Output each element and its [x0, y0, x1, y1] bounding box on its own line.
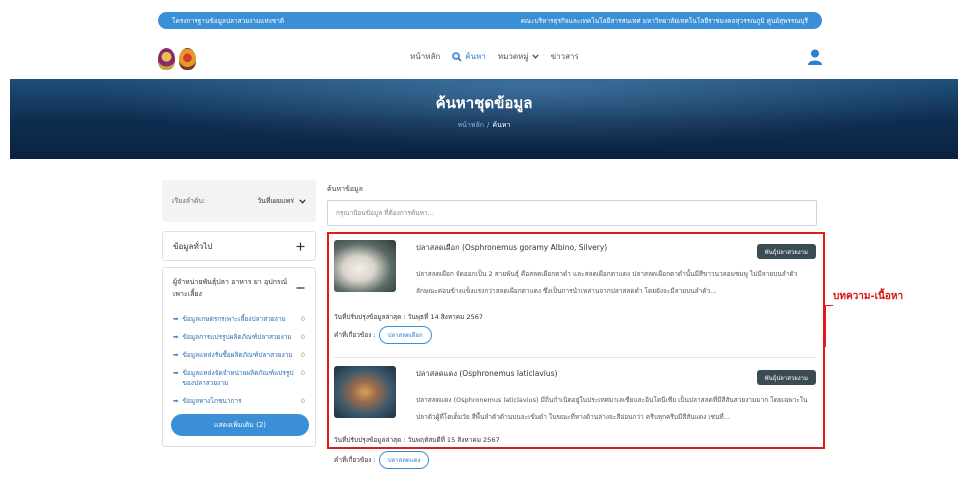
search-icon: [452, 51, 462, 62]
search-input[interactable]: กรุณาป้อนข้อมูล ที่ต้องการค้นหา...: [327, 200, 817, 226]
seal-logo-left: [158, 48, 175, 70]
category-link[interactable]: ➡ ข้อมูลการแปรรูปผลิตภัณฑ์ปลาสวยงาม 0: [173, 332, 305, 342]
category-supplier-toggle[interactable]: ผู้จำหน่ายพันธุ์ปลา อาหาร ยา อุปกรณ์เพาะ…: [173, 276, 305, 300]
sort-select[interactable]: เรียงลำดับ: วันที่เผยแพร่: [162, 180, 316, 222]
hero-banner: ค้นหาชุดข้อมูล หน้าหลัก / ค้นหา: [10, 79, 958, 159]
breadcrumb-current: ค้นหา: [492, 121, 511, 129]
search-section: ค้นหาข้อมูล กรุณาป้อนข้อมูล ที่ต้องการค้…: [327, 184, 817, 226]
category-supplier-label: ผู้จำหน่ายพันธุ์ปลา อาหาร ยา อุปกรณ์เพาะ…: [173, 278, 288, 298]
user-icon[interactable]: [808, 49, 822, 65]
arrow-right-icon: ➡: [173, 369, 179, 377]
category-link[interactable]: ➡ ข้อมูลแหล่งจัดจำหน่ายผลิตภัณฑ์แปรรูปของ…: [173, 368, 305, 388]
result-tags: คำที่เกี่ยวข้อง : ปลาสลดแดง: [334, 451, 430, 469]
main-nav: หน้าหลัก ค้นหา หมวดหมู่ ข่าวสาร: [410, 50, 579, 63]
sort-value: วันที่เผยแพร่: [257, 196, 306, 207]
search-label: ค้นหาข้อมูล: [327, 185, 363, 193]
chevron-down-icon: [299, 198, 306, 204]
category-link[interactable]: ➡ ข้อมูลเกษตรกรเพาะเลี้ยงปลาสวยงาม 0: [173, 314, 305, 324]
project-name: โครงการฐานข้อมูลปลาสวยงามแห่งชาติ: [172, 16, 285, 25]
nav-categories-label: หมวดหมู่: [497, 52, 529, 61]
category-general-label: ข้อมูลทั่วไป: [173, 241, 213, 251]
plus-icon: [296, 242, 305, 250]
nav-categories[interactable]: หมวดหมู่: [498, 50, 539, 63]
faculty-name: คณะบริหารธุรกิจและเทคโนโลยีสารสนเทศ มหาว…: [520, 16, 808, 25]
category-link-count: 0: [300, 369, 305, 377]
page-title: ค้นหาชุดข้อมูล: [435, 94, 533, 112]
arrow-right-icon: ➡: [173, 351, 179, 359]
result-tag[interactable]: ปลาสลดแดง: [378, 451, 430, 469]
category-link-label: ข้อมูลแหล่งจัดจำหน่ายผลิตภัณฑ์แปรรูปของป…: [182, 369, 294, 387]
annotation-label: บทความ-เนื้อหา: [833, 291, 904, 302]
nav-news[interactable]: ข่าวสาร: [551, 50, 579, 63]
category-link-count: 0: [300, 333, 305, 341]
category-link-count: 0: [300, 397, 305, 405]
filter-sidebar: เรียงลำดับ: วันที่เผยแพร่ ข้อมูลทั่วไป ผ…: [162, 180, 316, 447]
category-link-label: ข้อมูลแหล่งรับซื้อผลิตภัณฑ์ปลาสวยงาม: [182, 351, 293, 359]
category-supplier-panel: ผู้จำหน่ายพันธุ์ปลา อาหาร ยา อุปกรณ์เพาะ…: [162, 267, 316, 447]
show-more-button[interactable]: แสดงเพิ่มเติม (2): [171, 414, 309, 436]
arrow-right-icon: ➡: [173, 333, 179, 341]
chevron-down-icon: [531, 54, 539, 59]
category-link-count: 0: [300, 315, 305, 323]
nav-search-label: ค้นหา: [465, 52, 486, 61]
category-link-count: 0: [300, 351, 305, 359]
category-link[interactable]: ➡ ข้อมูลแหล่งรับซื้อผลิตภัณฑ์ปลาสวยงาม 0: [173, 350, 305, 360]
nav-search[interactable]: ค้นหา: [452, 50, 486, 63]
minus-icon: [296, 287, 305, 289]
arrow-right-icon: ➡: [173, 315, 179, 323]
nav-home[interactable]: หน้าหลัก: [410, 50, 440, 63]
university-logo[interactable]: [158, 48, 198, 70]
annotation-highlight-box: [327, 232, 825, 449]
result-tags-label: คำที่เกี่ยวข้อง :: [334, 456, 376, 464]
category-link-label: ข้อมูลเกษตรกรเพาะเลี้ยงปลาสวยงาม: [182, 315, 286, 323]
category-general-toggle[interactable]: ข้อมูลทั่วไป: [162, 231, 316, 261]
sort-value-text: วันที่เผยแพร่: [257, 196, 294, 205]
breadcrumb: หน้าหลัก / ค้นหา: [10, 120, 958, 131]
annotation-callout-line: [825, 305, 833, 347]
top-info-bar: โครงการฐานข้อมูลปลาสวยงามแห่งชาติ คณะบริ…: [158, 12, 822, 29]
seal-logo-right: [179, 48, 196, 70]
sort-label: เรียงลำดับ:: [172, 196, 206, 205]
category-link[interactable]: ➡ ข้อมูลทางโภชนาการ 0: [173, 396, 305, 406]
breadcrumb-home[interactable]: หน้าหลัก: [458, 121, 484, 129]
category-link-list: ➡ ข้อมูลเกษตรกรเพาะเลี้ยงปลาสวยงาม 0 ➡ ข้อ…: [173, 314, 305, 406]
arrow-right-icon: ➡: [173, 397, 179, 405]
breadcrumb-separator: /: [487, 121, 490, 129]
category-link-label: ข้อมูลการแปรรูปผลิตภัณฑ์ปลาสวยงาม: [182, 333, 292, 341]
category-link-label: ข้อมูลทางโภชนาการ: [182, 397, 242, 405]
main-header: หน้าหลัก ค้นหา หมวดหมู่ ข่าวสาร: [158, 36, 822, 76]
